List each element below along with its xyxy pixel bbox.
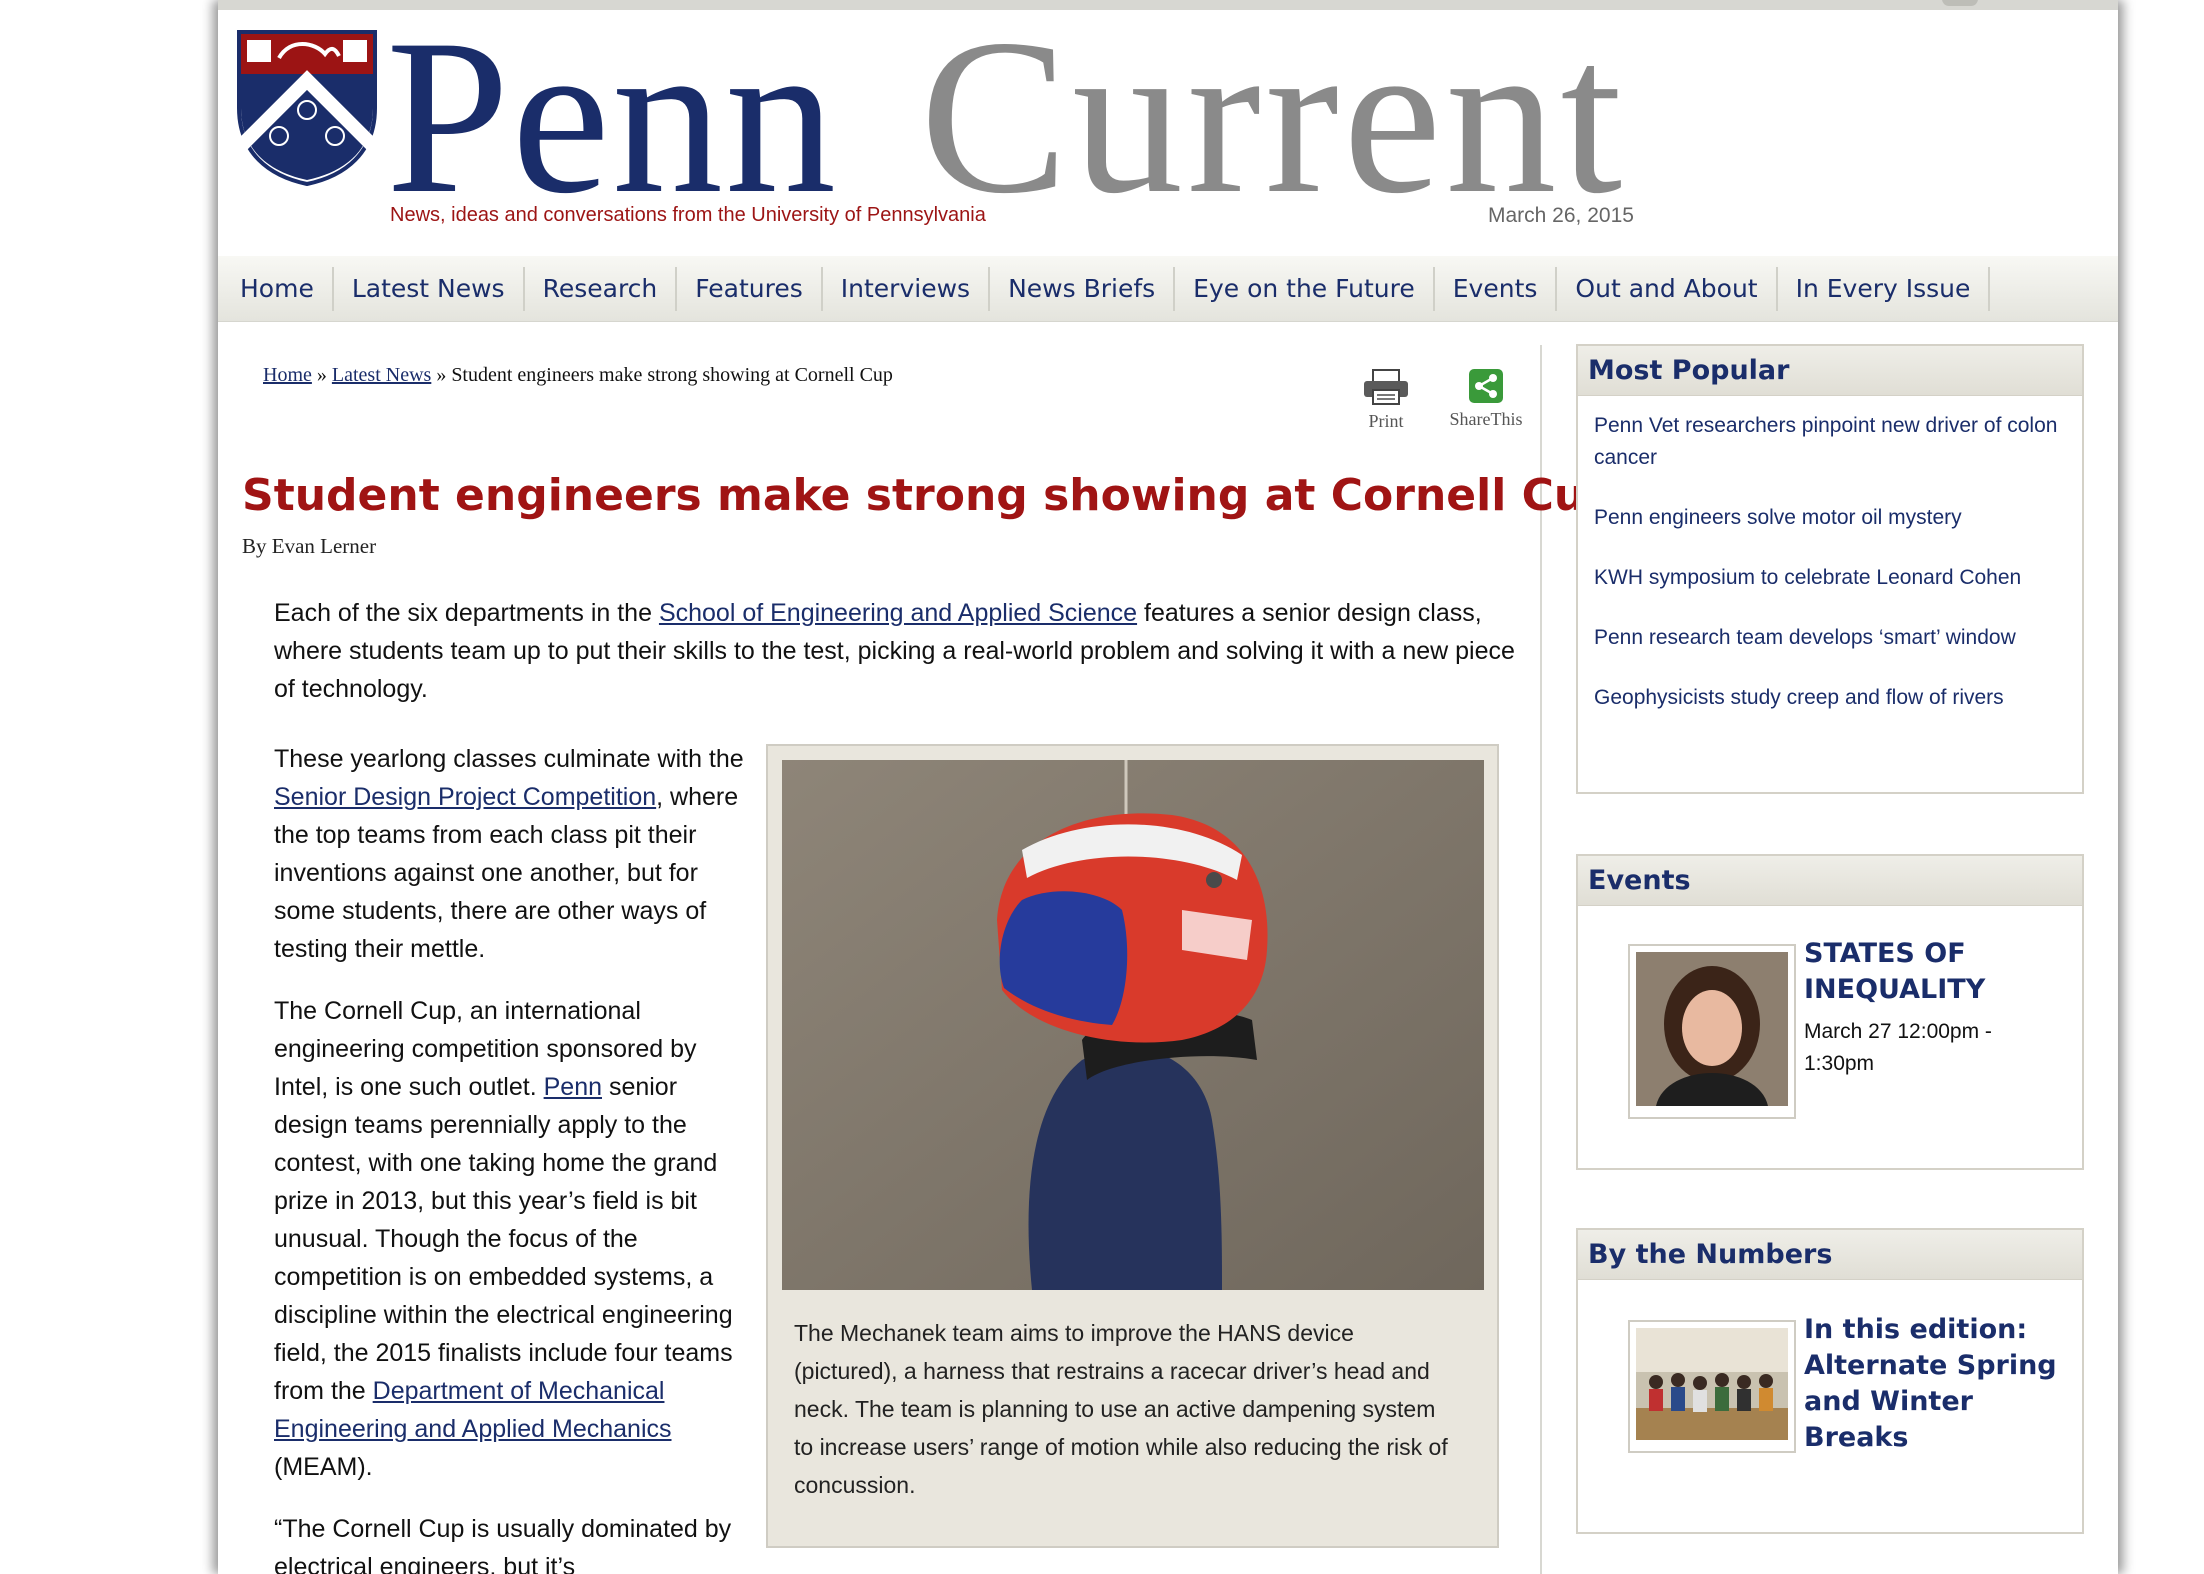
article-paragraph: These yearlong classes culminate with th…	[274, 740, 754, 968]
nav-news-briefs[interactable]: News Briefs	[990, 266, 1176, 311]
penn-shield-logo[interactable]	[235, 28, 379, 188]
nav-events[interactable]: Events	[1435, 266, 1558, 311]
scroll-knob[interactable]	[1942, 0, 1978, 6]
most-popular-heading: Most Popular	[1578, 346, 2082, 396]
most-popular-box: Most Popular Penn Vet researchers pinpoi…	[1576, 344, 2084, 794]
logo-penn-text[interactable]: Penn	[386, 6, 838, 228]
by-the-numbers-heading: By the Numbers	[1578, 1230, 2082, 1280]
events-box: Events STATES OF INEQUALITY March 27 12:…	[1576, 854, 2084, 1170]
popular-item[interactable]: Geophysicists study creep and flow of ri…	[1594, 682, 2066, 714]
penn-link[interactable]: Penn	[544, 1073, 602, 1101]
article-intro: Each of the six departments in the Schoo…	[274, 594, 1524, 708]
paragraph-text: (MEAM).	[274, 1453, 373, 1481]
share-icon	[1469, 369, 1503, 403]
breadcrumb-separator: »	[431, 364, 452, 386]
main-nav: Home Latest News Research Features Inter…	[218, 256, 2118, 322]
popular-item[interactable]: Penn research team develops ‘smart’ wind…	[1594, 622, 2066, 654]
page: Penn Current News, ideas and conversatio…	[218, 0, 2118, 1574]
events-heading: Events	[1578, 856, 2082, 906]
breadcrumb-home-link[interactable]: Home	[263, 364, 312, 386]
event-time: March 27 12:00pm - 1:30pm	[1804, 1020, 1992, 1075]
nav-eye-on-the-future[interactable]: Eye on the Future	[1175, 266, 1435, 311]
popular-item[interactable]: Penn Vet researchers pinpoint new driver…	[1594, 410, 2066, 474]
paragraph-text: senior design teams perennially apply to…	[274, 1073, 733, 1405]
breadcrumb-current: Student engineers make strong showing at…	[451, 364, 893, 386]
breadcrumb-separator: »	[311, 364, 332, 386]
breadcrumb-latest-link[interactable]: Latest News	[332, 364, 431, 386]
column-divider	[1540, 345, 1542, 1574]
share-label: ShareThis	[1449, 409, 1523, 429]
nav-latest-news[interactable]: Latest News	[334, 266, 525, 311]
most-popular-list: Penn Vet researchers pinpoint new driver…	[1578, 396, 2082, 714]
article-figure: The Mechanek team aims to improve the HA…	[766, 744, 1499, 1548]
article-body: These yearlong classes culminate with th…	[274, 740, 754, 1574]
nav-out-and-about[interactable]: Out and About	[1557, 266, 1778, 311]
article-byline: By Evan Lerner	[242, 534, 377, 558]
breadcrumb: Home » Latest News » Student engineers m…	[263, 364, 893, 387]
share-button[interactable]: ShareThis	[1436, 368, 1536, 430]
article-paragraph: “The Cornell Cup is usually dominated by…	[274, 1515, 732, 1574]
paragraph-text: These yearlong classes culminate with th…	[274, 745, 744, 773]
logo-current-text[interactable]: Current	[920, 6, 1626, 228]
site-tagline: News, ideas and conversations from the U…	[390, 204, 986, 226]
by-the-numbers-box: By the Numbers In this edition: Alternat…	[1576, 1228, 2084, 1534]
popular-item[interactable]: KWH symposium to celebrate Leonard Cohen	[1594, 562, 2066, 594]
print-button[interactable]: Print	[1356, 368, 1416, 432]
issue-date: March 26, 2015	[1488, 204, 1634, 227]
figure-caption: The Mechanek team aims to improve the HA…	[794, 1320, 1448, 1498]
senior-design-link[interactable]: Senior Design Project Competition	[274, 783, 656, 811]
nav-research[interactable]: Research	[525, 266, 678, 311]
nav-home[interactable]: Home	[222, 266, 334, 311]
nav-features[interactable]: Features	[677, 266, 823, 311]
nav-in-every-issue[interactable]: In Every Issue	[1778, 266, 1991, 311]
numbers-item-title[interactable]: In this edition: Alternate Spring and Wi…	[1804, 1312, 2074, 1456]
article-paragraph: The Cornell Cup, an international engine…	[274, 992, 754, 1486]
event-speaker-photo	[1636, 952, 1788, 1106]
print-label: Print	[1368, 411, 1404, 431]
helmet-photo[interactable]	[782, 760, 1484, 1290]
article-headline: Student engineers make strong showing at…	[242, 470, 1617, 521]
intro-text: Each of the six departments in the	[274, 599, 659, 627]
event-thumbnail[interactable]	[1628, 944, 1796, 1119]
group-photo	[1636, 1328, 1788, 1440]
printer-icon	[1364, 369, 1408, 405]
popular-item[interactable]: Penn engineers solve motor oil mystery	[1594, 502, 2066, 534]
seas-link[interactable]: School of Engineering and Applied Scienc…	[659, 599, 1137, 627]
nav-interviews[interactable]: Interviews	[823, 266, 991, 311]
event-title[interactable]: STATES OF INEQUALITY	[1804, 936, 2064, 1008]
numbers-thumbnail[interactable]	[1628, 1320, 1796, 1453]
